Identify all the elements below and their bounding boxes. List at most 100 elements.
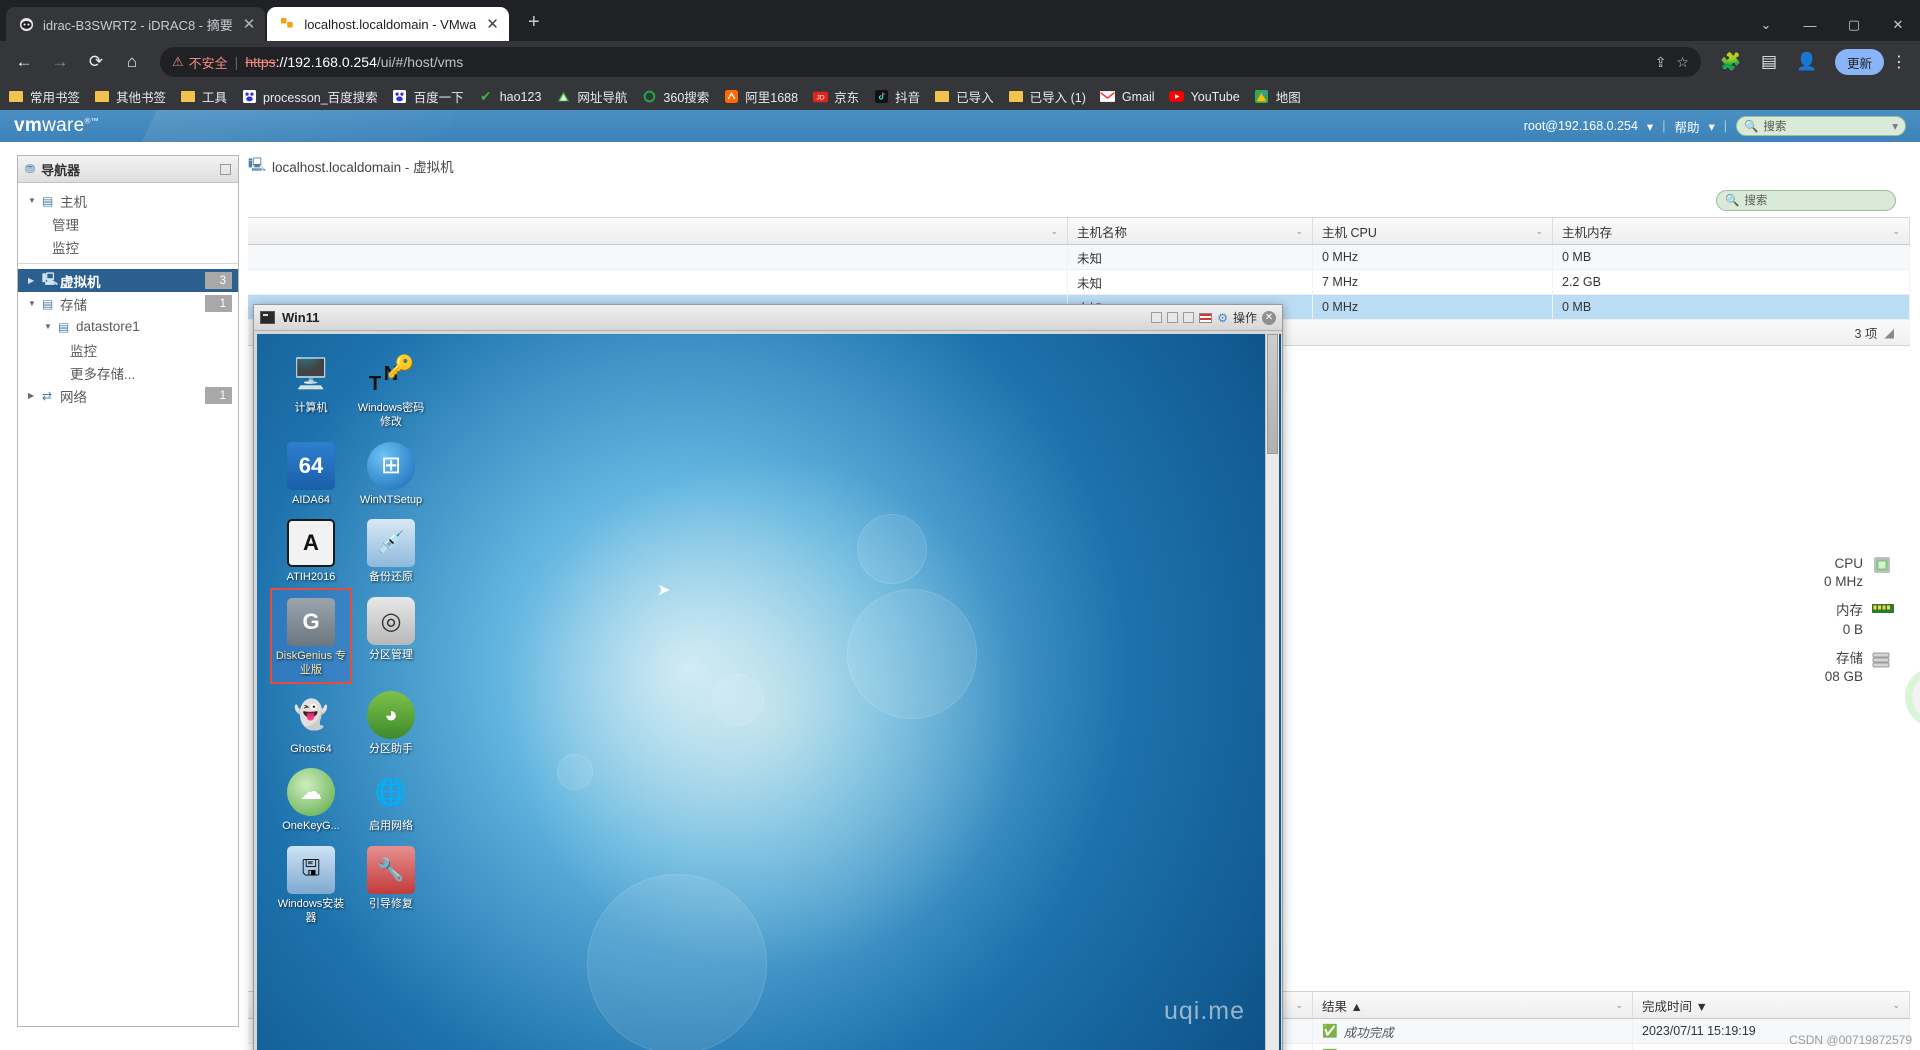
table-row[interactable]: 未知 0 MHz 0 MB [248, 245, 1910, 270]
chevron-down-icon[interactable]: ▼ [28, 196, 42, 205]
desktop-icon-aida64[interactable]: 64 AIDA64 [271, 434, 351, 512]
chevron-down-icon[interactable]: ▾ [1647, 119, 1653, 134]
forward-button[interactable]: → [44, 46, 76, 78]
bookmark-item[interactable]: ✔ hao123 [478, 88, 542, 105]
resize-grip-icon[interactable]: ◢ [1884, 325, 1894, 340]
chevron-right-icon[interactable]: ▶ [28, 276, 42, 285]
bookmark-item[interactable]: YouTube [1169, 89, 1240, 105]
screen-icon[interactable] [1167, 312, 1179, 323]
table-search-input[interactable]: 🔍 搜索 [1716, 189, 1896, 211]
desktop-icon-winntsetup[interactable]: ⊞ WinNTSetup [351, 434, 431, 512]
bookmark-item[interactable]: JD 京东 [812, 87, 859, 106]
desktop-icon-ntpwedit[interactable]: N 🔑 T Windows密码修改 [351, 342, 431, 434]
sidebar-item-datastore1[interactable]: ▼ ▤ datastore1 [18, 315, 238, 338]
vm-desktop[interactable]: 🖥️ 计算机 N 🔑 T Windows密码修改 64 AIDA64 ⊞ Win… [257, 334, 1281, 1050]
chevron-down-icon[interactable]: ⌄ [1535, 226, 1543, 237]
gear-icon[interactable]: ⚙ [1217, 311, 1228, 325]
global-search-input[interactable]: 🔍 搜索 ▾ [1736, 116, 1906, 136]
new-tab-button[interactable]: + [521, 11, 547, 34]
chevron-down-icon[interactable]: ▼ [28, 299, 42, 308]
sidebar-item-datastore-monitor[interactable]: 监控 [18, 338, 238, 361]
desktop-icon-windows-installer[interactable]: 🖫 Windows安装器 [271, 838, 351, 930]
sidebar-item-storage[interactable]: ▼ ▤ 存储 1 [18, 292, 238, 315]
sidebar-item-more-storage[interactable]: 更多存储... [18, 361, 238, 384]
three-dot-menu-icon[interactable]: ⋮ [1886, 52, 1912, 72]
chevron-down-icon[interactable]: ▾ [1708, 119, 1714, 134]
bookmark-item[interactable]: 抖音 [873, 87, 920, 106]
tab-close-icon[interactable]: ✕ [486, 17, 499, 32]
bookmark-item[interactable]: 工具 [180, 87, 227, 106]
screen-icon[interactable] [1183, 312, 1195, 323]
desktop-icon-partition-manager[interactable]: ◎ 分区管理 [351, 589, 431, 683]
chevron-down-icon[interactable]: ⌄ [1892, 1000, 1900, 1011]
sidepanel-icon[interactable]: ▤ [1753, 46, 1785, 78]
desktop-icon-onekey-ghost[interactable]: ☁ OneKeyG... [271, 760, 351, 838]
chevron-down-icon[interactable]: ▾ [1892, 119, 1898, 133]
desktop-icon-ghost64[interactable]: 👻 Ghost64 [271, 683, 351, 761]
share-icon[interactable]: ⇪ [1655, 54, 1667, 71]
star-icon[interactable]: ☆ [1676, 54, 1689, 71]
sidebar-item-virtual-machines[interactable]: ▶ 🖳 虚拟机 3 [18, 269, 238, 292]
vm-console-window[interactable]: Win11 ⚙ 操作 ✕ 🖥️ 计算机 N 🔑 T Windows密码修改 64… [253, 304, 1283, 1050]
desktop-icon-enable-network[interactable]: 🌐 启用网络 [351, 760, 431, 838]
sidebar-item-monitor[interactable]: 监控 [18, 235, 238, 258]
scrollbar-thumb[interactable] [1267, 334, 1278, 454]
chevron-down-icon[interactable]: ⌄ [1295, 226, 1303, 237]
desktop-icon-partition-assistant[interactable]: ◕ 分区助手 [351, 683, 431, 761]
collapse-panel-icon[interactable] [220, 163, 231, 175]
column-header-host-name[interactable]: 主机名称 ⌄ [1068, 218, 1313, 244]
profile-icon[interactable]: 👤 [1791, 46, 1823, 78]
keyboard-flag-icon[interactable] [1199, 312, 1213, 323]
help-menu[interactable]: 帮助 [1674, 117, 1699, 136]
home-button[interactable]: ⌂ [116, 46, 148, 78]
address-bar[interactable]: ⚠ 不安全 | https ://192.168.0.254 /ui/#/hos… [160, 47, 1701, 77]
close-window-button[interactable]: ✕ [1876, 17, 1920, 33]
close-icon[interactable]: ✕ [1262, 310, 1276, 325]
minimize-button[interactable]: — [1788, 18, 1832, 33]
browser-tab-1[interactable]: idrac-B3SWRT2 - iDRAC8 - 摘要 ✕ [6, 7, 266, 41]
chevron-right-icon[interactable]: ▶ [28, 391, 42, 400]
bookmark-item[interactable]: 已导入 (1) [1008, 87, 1086, 106]
bookmark-item[interactable]: 阿里1688 [723, 87, 798, 106]
floating-system-monitor-widget[interactable]: 20% ↓ 18.5K/s + CPU 38℃ [1905, 667, 1920, 727]
chevron-down-icon[interactable]: ⌄ [1295, 1000, 1303, 1011]
console-title-bar[interactable]: Win11 ⚙ 操作 ✕ [254, 305, 1282, 331]
desktop-icon-boot-repair[interactable]: 🔧 引导修复 [351, 838, 431, 930]
bookmark-item[interactable]: 已导入 [934, 87, 994, 106]
bookmark-item[interactable]: processon_百度搜索 [241, 87, 378, 106]
sidebar-item-host[interactable]: ▼ ▤ 主机 [18, 189, 238, 212]
chevron-down-icon[interactable]: ⌄ [1892, 226, 1900, 237]
console-scrollbar[interactable] [1265, 334, 1279, 1050]
desktop-icon-backup-restore[interactable]: 💉 备份还原 [351, 511, 431, 589]
user-menu[interactable]: root@192.168.0.254 [1524, 119, 1638, 133]
chevron-down-icon[interactable]: ⌄ [1615, 1000, 1623, 1011]
chevron-down-icon[interactable]: ▼ [44, 322, 58, 331]
bookmark-item[interactable]: 网址导航 [555, 87, 627, 106]
maximize-button[interactable]: ▢ [1832, 17, 1876, 33]
reload-button[interactable]: ⟳ [80, 46, 112, 78]
column-header-name[interactable]: ⌄ [248, 218, 1068, 244]
column-header-host-cpu[interactable]: 主机 CPU ⌄ [1313, 218, 1553, 244]
sidebar-item-manage[interactable]: 管理 [18, 212, 238, 235]
update-button[interactable]: 更新 [1834, 49, 1884, 75]
back-button[interactable]: ← [8, 46, 40, 78]
bookmark-item[interactable]: 地图 [1254, 87, 1301, 106]
tab-close-icon[interactable]: ✕ [243, 17, 256, 32]
browser-tab-2[interactable]: localhost.localdomain - VMwa ✕ [267, 7, 509, 41]
bookmark-item[interactable]: 其他书签 [94, 87, 166, 106]
puzzle-icon[interactable]: 🧩 [1715, 46, 1747, 78]
screen-icon[interactable] [1151, 312, 1163, 323]
chevron-down-icon[interactable]: ⌄ [1050, 226, 1058, 237]
desktop-icon-computer[interactable]: 🖥️ 计算机 [271, 342, 351, 434]
column-header-completed-time[interactable]: 完成时间 ▼ ⌄ [1633, 992, 1910, 1018]
bookmark-item[interactable]: Gmail [1100, 89, 1155, 105]
desktop-icon-atih2016[interactable]: A ATIH2016 [271, 511, 351, 589]
desktop-icon-diskgenius[interactable]: G DiskGenius 专业版 [270, 588, 352, 684]
bookmark-item[interactable]: 360搜索 [641, 87, 709, 106]
console-actions-menu[interactable]: 操作 [1233, 309, 1257, 326]
bookmark-item[interactable]: 常用书签 [8, 87, 80, 106]
tab-search-icon[interactable]: ⌄ [1744, 17, 1788, 33]
column-header-host-memory[interactable]: 主机内存 ⌄ [1553, 218, 1910, 244]
bookmark-item[interactable]: 百度一下 [392, 87, 464, 106]
column-header-result[interactable]: 结果 ▲ ⌄ [1313, 992, 1633, 1018]
